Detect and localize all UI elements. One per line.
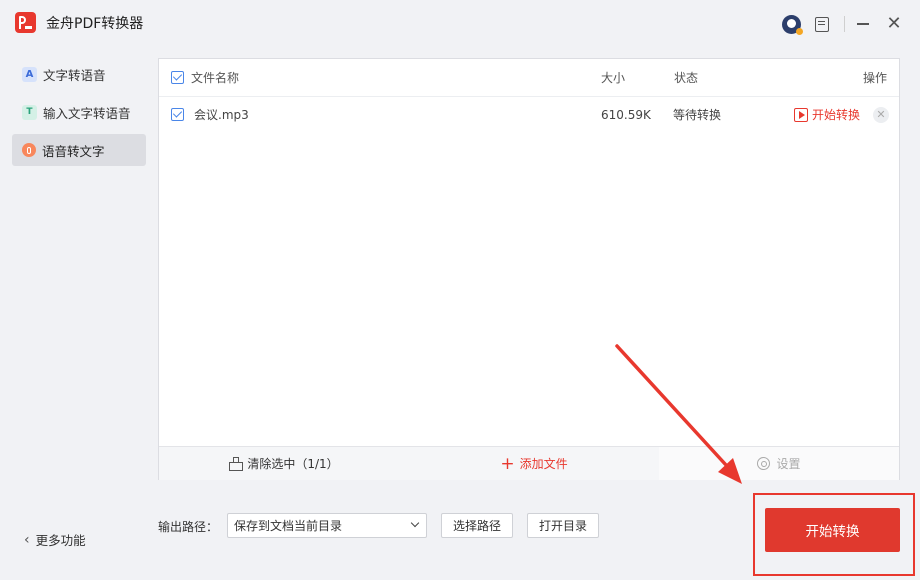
settings-button[interactable]: 设置 [659,447,899,480]
output-path-value: 保存到文档当前目录 [234,519,343,533]
file-status: 等待转换 [673,108,722,122]
row-start-convert-label: 开始转换 [812,108,861,122]
chevron-left-icon: ‹ [24,531,30,548]
panel-footer: 清除选中（1/1） + 添加文件 设置 [159,446,899,480]
close-icon: ✕ [876,108,886,121]
row-checkbox[interactable] [171,108,184,121]
chevron-down-icon [410,518,420,528]
app-logo-icon [15,12,36,33]
output-path-select[interactable]: 保存到文档当前目录 [227,513,427,538]
sidebar-item-text-to-speech[interactable]: A 文字转语音 [12,58,146,90]
select-all-checkbox[interactable] [171,71,184,84]
close-icon: ✕ [886,13,902,34]
sidebar-item-speech-to-text[interactable]: 语音转文字 [12,134,146,166]
clear-selected-button[interactable]: 清除选中（1/1） [159,447,409,480]
remove-file-button[interactable]: ✕ [873,107,889,123]
table-header: 文件名称 大小 状态 操作 [159,59,899,97]
column-status-header: 状态 [674,71,699,85]
add-file-label: 添加文件 [519,457,568,471]
settings-label: 设置 [776,457,801,471]
file-name: 会议.mp3 [194,108,249,122]
choose-path-button[interactable]: 选择路径 [441,513,513,538]
title-bar: 金舟PDF转换器 ✕ [0,0,920,48]
play-icon [794,107,808,122]
file-size: 610.59K [601,108,651,122]
close-window-button[interactable]: ✕ [883,13,905,35]
sidebar-item-label: 文字转语音 [43,67,106,83]
column-name-header: 文件名称 [191,71,240,85]
file-list-panel: 文件名称 大小 状态 操作 会议.mp3 610.59K 等待转换 开始转换 ✕… [158,58,900,480]
output-path-label: 输出路径： [158,520,219,534]
sidebar: A 文字转语音 T 输入文字转语音 语音转文字 ‹ 更多功能 [0,48,158,580]
user-avatar-icon[interactable] [780,13,803,35]
text-t-icon: T [22,104,37,120]
feedback-icon[interactable] [811,13,833,35]
more-features-label: 更多功能 [35,533,86,548]
microphone-icon [22,143,36,157]
minimize-button[interactable] [852,13,874,35]
broom-icon [229,457,244,471]
column-size-header: 大小 [601,71,626,85]
app-title: 金舟PDF转换器 [46,16,144,32]
column-action-header: 操作 [863,71,888,85]
sidebar-item-label: 语音转文字 [42,143,105,159]
letter-a-icon: A [22,66,37,82]
row-start-convert-button[interactable]: 开始转换 [794,106,860,123]
titlebar-divider [844,16,845,32]
table-row: 会议.mp3 610.59K 等待转换 开始转换 ✕ [159,97,899,133]
sidebar-item-label: 输入文字转语音 [43,105,131,121]
clear-selected-label: 清除选中（1/1） [247,457,339,471]
add-file-button[interactable]: + 添加文件 [409,447,659,480]
more-features-link[interactable]: ‹ 更多功能 [24,530,86,549]
open-directory-button[interactable]: 打开目录 [527,513,599,538]
gear-icon [757,457,771,470]
start-convert-button[interactable]: 开始转换 [765,508,900,552]
plus-icon: + [500,453,515,474]
minimize-icon [857,23,869,25]
sidebar-item-input-text-to-speech[interactable]: T 输入文字转语音 [12,96,146,128]
